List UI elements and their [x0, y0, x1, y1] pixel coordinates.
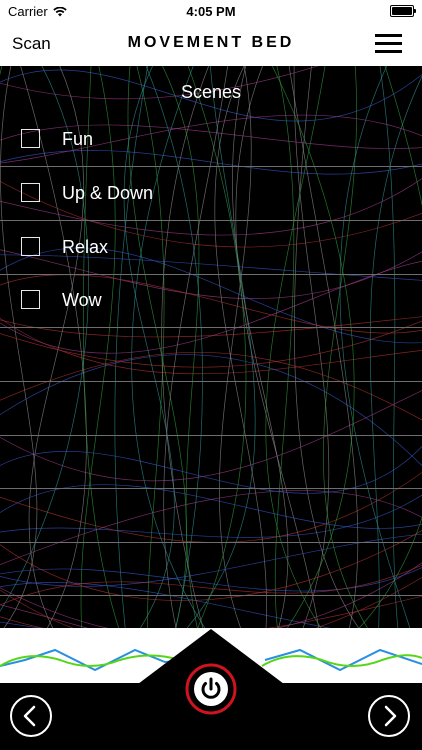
background-line: [0, 621, 42, 628]
background-line: [0, 562, 422, 628]
app-screen: Carrier 4:05 PM Scan MOVEMENT BED Scenes…: [0, 0, 422, 750]
chevron-left-icon: [23, 705, 36, 727]
background-line: [0, 564, 422, 606]
empty-row-divider: [0, 435, 422, 436]
status-time: 4:05 PM: [186, 4, 236, 19]
scene-checkbox[interactable]: [21, 237, 40, 256]
background-line: [0, 484, 422, 529]
scene-label: Wow: [62, 290, 102, 310]
scene-row-fun[interactable]: Fun: [0, 113, 422, 167]
navigation-bar: Scan MOVEMENT BED: [0, 22, 422, 66]
empty-row-divider: [0, 595, 422, 596]
background-line: [0, 490, 422, 565]
scene-checkbox[interactable]: [21, 290, 40, 309]
background-line: [0, 576, 422, 628]
app-title: MOVEMENT BED: [127, 34, 295, 51]
background-line: [0, 604, 89, 628]
empty-row-divider: [0, 381, 422, 382]
previous-button[interactable]: [10, 695, 52, 737]
background-line: [0, 354, 422, 467]
hamburger-menu-icon[interactable]: [375, 34, 402, 54]
scene-row-wow[interactable]: Wow: [0, 274, 422, 328]
empty-row-divider: [0, 488, 422, 489]
battery-icon: [390, 5, 416, 17]
empty-row-divider: [0, 542, 422, 543]
scene-label: Relax: [62, 237, 109, 257]
background-line: [0, 595, 422, 628]
scene-checkbox[interactable]: [21, 183, 40, 202]
scene-row-relax[interactable]: Relax: [0, 221, 422, 275]
scene-label: Fun: [62, 129, 94, 149]
scenes-panel: Scenes Fun Up & Down Relax Wow: [0, 66, 422, 628]
chevron-right-icon: [384, 705, 397, 727]
background-line: [0, 471, 422, 543]
scene-checkbox[interactable]: [21, 129, 40, 148]
scenes-header: Scenes: [180, 82, 242, 102]
background-line: [0, 351, 422, 421]
background-line: [0, 390, 422, 482]
next-button[interactable]: [368, 695, 410, 737]
scene-label: Up & Down: [62, 183, 154, 203]
scene-row-up-down[interactable]: Up & Down: [0, 167, 422, 221]
power-icon: [185, 663, 237, 715]
power-button[interactable]: [185, 663, 237, 715]
status-bar: Carrier 4:05 PM: [0, 0, 422, 22]
